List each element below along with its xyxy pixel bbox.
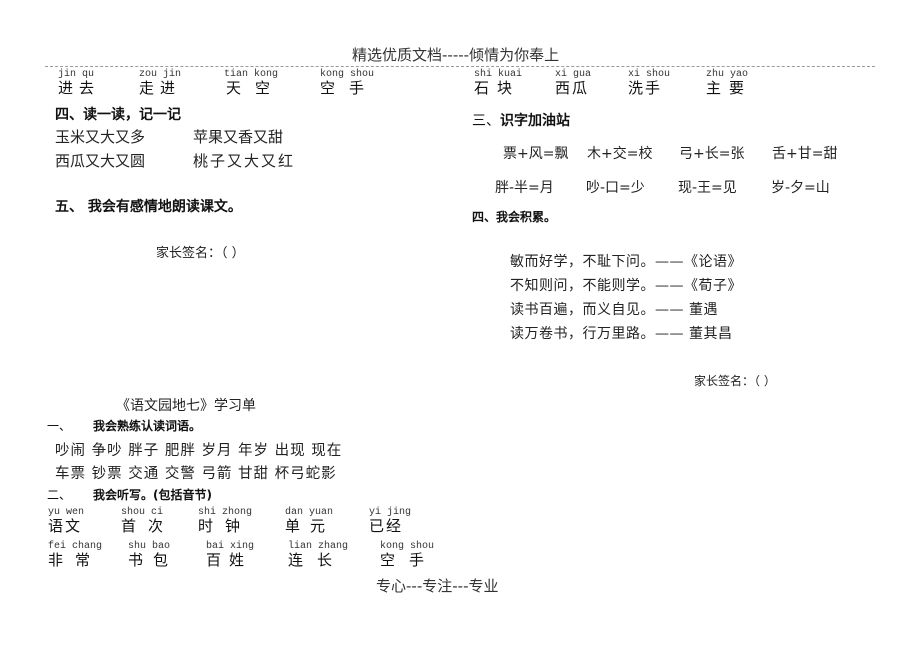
char-equation: 岁-夕=山 bbox=[771, 180, 830, 196]
section-title: 识字加油站 bbox=[500, 113, 570, 129]
vocab-word: 交警 bbox=[164, 466, 196, 482]
section-5-heading: 五、 我会有感情地朗读课文。 bbox=[55, 199, 242, 215]
recite-line: 苹果又香又甜 bbox=[193, 128, 284, 146]
char-equation: 票+风=飘 bbox=[503, 146, 569, 162]
pinyin-word: tian kong 天空 bbox=[224, 70, 284, 97]
hanzi: 空手 bbox=[380, 551, 439, 569]
pinyin-word: yi jing 已经 bbox=[369, 508, 411, 535]
vocab-word: 钞票 bbox=[91, 466, 123, 482]
vocab-word: 吵闹 bbox=[55, 443, 86, 459]
vocab-word: 岁月 bbox=[201, 443, 233, 459]
page-footer: 专心---专注---专业 bbox=[376, 577, 499, 595]
hanzi: 语文 bbox=[48, 517, 83, 535]
pinyin-word: fei chang 非常 bbox=[48, 542, 102, 569]
pinyin-word: jin qu 进去 bbox=[58, 70, 100, 97]
section-3-heading: 三、识字加油站 bbox=[472, 110, 570, 130]
vocab-word: 甘甜 bbox=[238, 466, 270, 482]
vocab-word: 出现 bbox=[274, 443, 306, 459]
quote-line: 敏而好学，不耻下问。——《论语》 bbox=[510, 254, 742, 270]
section-number: 二、 bbox=[47, 488, 72, 502]
char-equation: 弓+长=张 bbox=[679, 146, 745, 162]
pinyin-word: shi kuai 石块 bbox=[474, 70, 522, 97]
vocab-word: 弓箭 bbox=[201, 466, 233, 482]
hanzi: 走进 bbox=[139, 79, 182, 97]
pinyin-word: zou jin 走进 bbox=[139, 70, 181, 97]
hanzi: 书包 bbox=[128, 551, 179, 569]
vocab-word: 交通 bbox=[128, 466, 160, 482]
char-equation: 胖-半=月 bbox=[495, 180, 554, 196]
hanzi: 时钟 bbox=[198, 517, 253, 535]
section-title: 我会熟练认读词语。 bbox=[93, 419, 202, 433]
section-number: 一、 bbox=[47, 419, 72, 433]
hanzi: 洗手 bbox=[628, 79, 663, 97]
recite-line: 玉米又大又多 bbox=[55, 128, 146, 146]
pinyin-word: yu wen 语文 bbox=[48, 508, 84, 535]
vocab-row: 吵闹 争吵 胖子 肥胖 岁月 年岁 出现 现在 bbox=[55, 439, 342, 460]
quote-line: 读书百遍，而义自见。—— 董遇 bbox=[510, 302, 718, 318]
hanzi: 非常 bbox=[48, 551, 103, 569]
hanzi: 天空 bbox=[226, 79, 285, 97]
char-equation: 舌+甘=甜 bbox=[772, 146, 838, 162]
pinyin-word: xi gua 西瓜 bbox=[555, 70, 591, 97]
vocab-word: 年岁 bbox=[238, 443, 270, 459]
pinyin-word: shu bao 书包 bbox=[128, 542, 178, 569]
recite-line: 桃子又大又红 bbox=[193, 152, 296, 170]
vocab-row: 车票 钞票 交通 交警 弓箭 甘甜 杯弓蛇影 bbox=[55, 462, 337, 483]
pinyin-word: xi shou 洗手 bbox=[628, 70, 670, 97]
page-header-title: 精选优质文档-----倾情为你奉上 bbox=[352, 46, 560, 64]
pinyin-word: shi zhong 时钟 bbox=[198, 508, 252, 535]
pinyin-word: kong shou 空手 bbox=[380, 542, 438, 569]
hanzi: 西瓜 bbox=[555, 79, 590, 97]
recite-line: 西瓜又大又圆 bbox=[55, 152, 146, 170]
pinyin-word: zhu yao 主要 bbox=[706, 70, 752, 97]
hanzi: 连长 bbox=[288, 551, 347, 569]
quote-line: 不知则问，不能则学。——《荀子》 bbox=[510, 278, 742, 294]
vocab-word: 现在 bbox=[311, 443, 343, 459]
worksheet-section-2-heading: 二、 我会听写。(包括音节) bbox=[47, 486, 212, 503]
pinyin-word: bai xing 百姓 bbox=[206, 542, 254, 569]
hanzi: 进去 bbox=[58, 79, 101, 97]
char-equation: 吵-口=少 bbox=[586, 180, 645, 196]
hanzi: 单元 bbox=[285, 517, 336, 535]
pinyin-word: kong shou 空手 bbox=[320, 70, 378, 97]
hanzi: 首次 bbox=[121, 517, 176, 535]
hanzi: 已经 bbox=[369, 517, 404, 535]
section-4-accumulate-heading: 四、我会积累。 bbox=[472, 210, 557, 224]
vocab-word: 车票 bbox=[55, 466, 86, 482]
worksheet-title: 《语文园地七》学习单 bbox=[116, 398, 256, 414]
section-4-heading: 四、读一读，记一记 bbox=[55, 107, 181, 123]
vocab-word: 胖子 bbox=[128, 443, 160, 459]
vocab-word: 肥胖 bbox=[164, 443, 196, 459]
quote-line: 读万卷书，行万里路。—— 董其昌 bbox=[510, 326, 733, 342]
hanzi: 主要 bbox=[706, 79, 753, 97]
char-equation: 木+交=校 bbox=[587, 146, 653, 162]
pinyin-word: shou ci 首次 bbox=[121, 508, 175, 535]
parent-signature-field[interactable]: 家长签名：（ ） bbox=[156, 242, 245, 261]
hanzi: 百姓 bbox=[206, 551, 253, 569]
hanzi: 空手 bbox=[320, 79, 379, 97]
parent-signature-field[interactable]: 家长签名：（ ） bbox=[694, 372, 776, 389]
vocab-word: 杯弓蛇影 bbox=[274, 466, 337, 482]
pinyin-word: dan yuan 单元 bbox=[285, 508, 335, 535]
pinyin-word: lian zhang 连长 bbox=[288, 542, 348, 569]
hanzi: 石块 bbox=[474, 79, 521, 97]
section-number: 三、 bbox=[472, 113, 500, 129]
vocab-word: 争吵 bbox=[91, 443, 123, 459]
header-divider bbox=[45, 66, 875, 67]
worksheet-section-1-heading: 一、 我会熟练认读词语。 bbox=[47, 417, 201, 434]
char-equation: 现-王=见 bbox=[678, 180, 737, 196]
section-title: 我会听写。(包括音节) bbox=[93, 488, 212, 502]
